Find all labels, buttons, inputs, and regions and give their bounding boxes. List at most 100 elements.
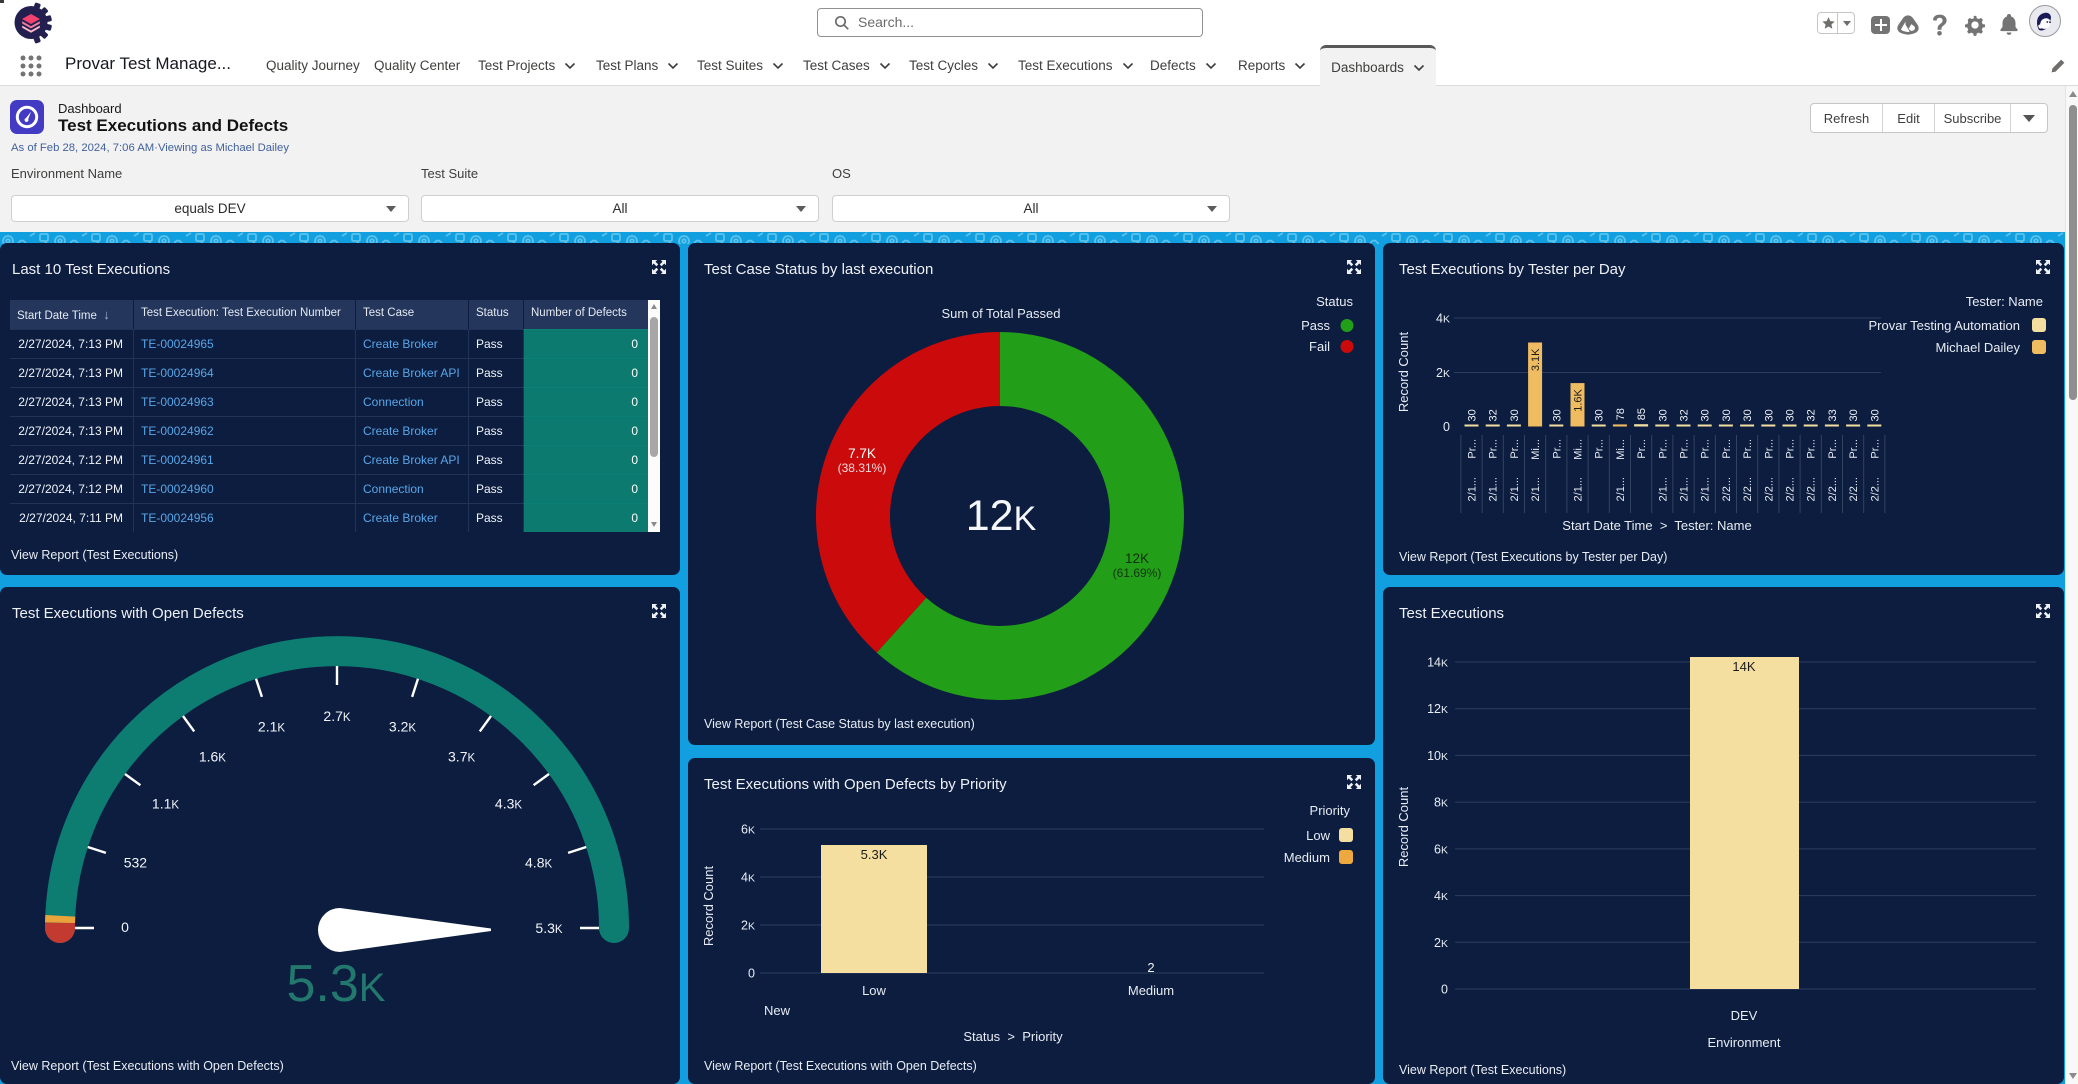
svg-text:3.1K: 3.1K xyxy=(1530,348,1542,371)
svg-text:Status: Status xyxy=(1316,294,1353,309)
svg-text:2/2...: 2/2... xyxy=(1848,477,1860,501)
svg-text:Record Count: Record Count xyxy=(1396,787,1411,868)
svg-text:33: 33 xyxy=(1827,409,1839,421)
svg-text:Pr...: Pr... xyxy=(1721,439,1733,459)
svg-text:5.3K: 5.3K xyxy=(535,920,562,936)
svg-text:85: 85 xyxy=(1636,408,1648,420)
svg-text:2/2...: 2/2... xyxy=(1785,477,1797,501)
svg-text:Pr...: Pr... xyxy=(1869,439,1881,459)
svg-text:30: 30 xyxy=(1785,409,1797,421)
svg-text:Record Count: Record Count xyxy=(1396,332,1411,413)
svg-text:1.6K: 1.6K xyxy=(199,749,226,765)
svg-text:New: New xyxy=(764,1003,791,1018)
svg-text:Medium: Medium xyxy=(1284,850,1330,865)
svg-text:Pr...: Pr... xyxy=(1509,439,1521,459)
svg-text:2K: 2K xyxy=(1434,936,1448,950)
svg-text:30: 30 xyxy=(1869,409,1881,421)
svg-text:Tester: Name: Tester: Name xyxy=(1966,294,2043,309)
svg-text:30: 30 xyxy=(1721,409,1733,421)
svg-text:Pr...: Pr... xyxy=(1594,439,1606,459)
svg-text:3.7K: 3.7K xyxy=(448,749,475,765)
svg-text:Pr...: Pr... xyxy=(1488,439,1500,459)
svg-text:0: 0 xyxy=(748,967,755,981)
svg-text:12K: 12K xyxy=(1427,702,1448,716)
svg-text:78: 78 xyxy=(1615,408,1627,420)
svg-text:2/1...: 2/1... xyxy=(1657,477,1669,501)
svg-text:2/1...: 2/1... xyxy=(1530,477,1542,501)
svg-text:2/1...: 2/1... xyxy=(1679,477,1691,501)
svg-text:4K: 4K xyxy=(1436,312,1450,326)
svg-text:Mi...: Mi... xyxy=(1615,439,1627,460)
svg-text:2/2...: 2/2... xyxy=(1763,477,1775,501)
svg-text:4.8K: 4.8K xyxy=(525,855,552,871)
svg-text:Pr...: Pr... xyxy=(1806,439,1818,459)
svg-text:Pr...: Pr... xyxy=(1636,439,1648,459)
svg-text:2/1...: 2/1... xyxy=(1488,477,1500,501)
svg-text:Environment: Environment xyxy=(1708,1035,1781,1050)
svg-text:2/1...: 2/1... xyxy=(1509,477,1521,501)
svg-text:2K: 2K xyxy=(1436,366,1450,380)
svg-text:Pass: Pass xyxy=(1301,318,1330,333)
svg-text:30: 30 xyxy=(1763,409,1775,421)
svg-text:2/2...: 2/2... xyxy=(1869,477,1881,501)
svg-text:30: 30 xyxy=(1657,409,1669,421)
svg-text:Low: Low xyxy=(862,983,886,998)
svg-text:Pr...: Pr... xyxy=(1551,439,1563,459)
svg-text:6K: 6K xyxy=(1434,842,1448,856)
svg-text:Sum of Total Passed: Sum of Total Passed xyxy=(942,306,1061,321)
svg-text:32: 32 xyxy=(1488,409,1500,421)
svg-text:5.3K: 5.3K xyxy=(287,955,386,1013)
svg-text:30: 30 xyxy=(1509,409,1521,421)
svg-text:Pr...: Pr... xyxy=(1827,439,1839,459)
svg-text:Pr...: Pr... xyxy=(1785,439,1797,459)
svg-text:2: 2 xyxy=(1147,960,1154,975)
svg-text:Pr...: Pr... xyxy=(1679,439,1691,459)
svg-text:Mi...: Mi... xyxy=(1573,439,1585,460)
svg-text:30: 30 xyxy=(1467,409,1479,421)
svg-text:2/2...: 2/2... xyxy=(1721,477,1733,501)
svg-text:Priority: Priority xyxy=(1310,803,1351,818)
svg-text:Fail: Fail xyxy=(1309,339,1330,354)
svg-text:14K: 14K xyxy=(1427,656,1448,670)
svg-text:2/1...: 2/1... xyxy=(1573,477,1585,501)
svg-text:DEV: DEV xyxy=(1731,1008,1758,1023)
svg-text:Pr...: Pr... xyxy=(1467,439,1479,459)
svg-text:(38.31%): (38.31%) xyxy=(838,461,887,475)
svg-text:0: 0 xyxy=(1443,420,1450,434)
svg-text:0: 0 xyxy=(121,919,129,935)
svg-text:32: 32 xyxy=(1806,409,1818,421)
svg-text:Low: Low xyxy=(1306,828,1330,843)
svg-text:Record Count: Record Count xyxy=(701,866,716,947)
svg-text:7.7K: 7.7K xyxy=(848,446,876,461)
svg-text:Medium: Medium xyxy=(1128,983,1174,998)
svg-text:5.3K: 5.3K xyxy=(861,847,888,862)
svg-text:2/1...: 2/1... xyxy=(1467,477,1479,501)
svg-text:12K: 12K xyxy=(966,492,1037,540)
svg-text:6K: 6K xyxy=(741,823,755,837)
svg-text:2/1...: 2/1... xyxy=(1700,477,1712,501)
svg-text:Pr...: Pr... xyxy=(1700,439,1712,459)
svg-text:Michael Dailey: Michael Dailey xyxy=(1935,340,2020,355)
svg-text:2/1...: 2/1... xyxy=(1615,477,1627,501)
svg-text:4K: 4K xyxy=(1434,889,1448,903)
svg-text:Status > Priority: Status > Priority xyxy=(963,1029,1063,1044)
svg-text:12K: 12K xyxy=(1125,551,1149,566)
svg-text:2.7K: 2.7K xyxy=(323,708,350,724)
svg-text:30: 30 xyxy=(1594,409,1606,421)
svg-text:2/2...: 2/2... xyxy=(1827,477,1839,501)
svg-text:1.6K: 1.6K xyxy=(1573,388,1585,411)
svg-text:Pr...: Pr... xyxy=(1657,439,1669,459)
svg-text:0: 0 xyxy=(1441,983,1448,997)
svg-text:8K: 8K xyxy=(1434,796,1448,810)
svg-text:Provar Testing Automation: Provar Testing Automation xyxy=(1868,318,2020,333)
svg-text:1.1K: 1.1K xyxy=(152,795,179,811)
svg-text:14K: 14K xyxy=(1732,659,1755,674)
svg-text:Pr...: Pr... xyxy=(1848,439,1860,459)
svg-text:Mi...: Mi... xyxy=(1530,439,1542,460)
svg-text:30: 30 xyxy=(1742,409,1754,421)
svg-text:30: 30 xyxy=(1551,409,1563,421)
svg-text:2/2...: 2/2... xyxy=(1742,477,1754,501)
svg-text:4.3K: 4.3K xyxy=(495,795,522,811)
svg-text:Pr...: Pr... xyxy=(1742,439,1754,459)
svg-text:(61.69%): (61.69%) xyxy=(1113,566,1162,580)
